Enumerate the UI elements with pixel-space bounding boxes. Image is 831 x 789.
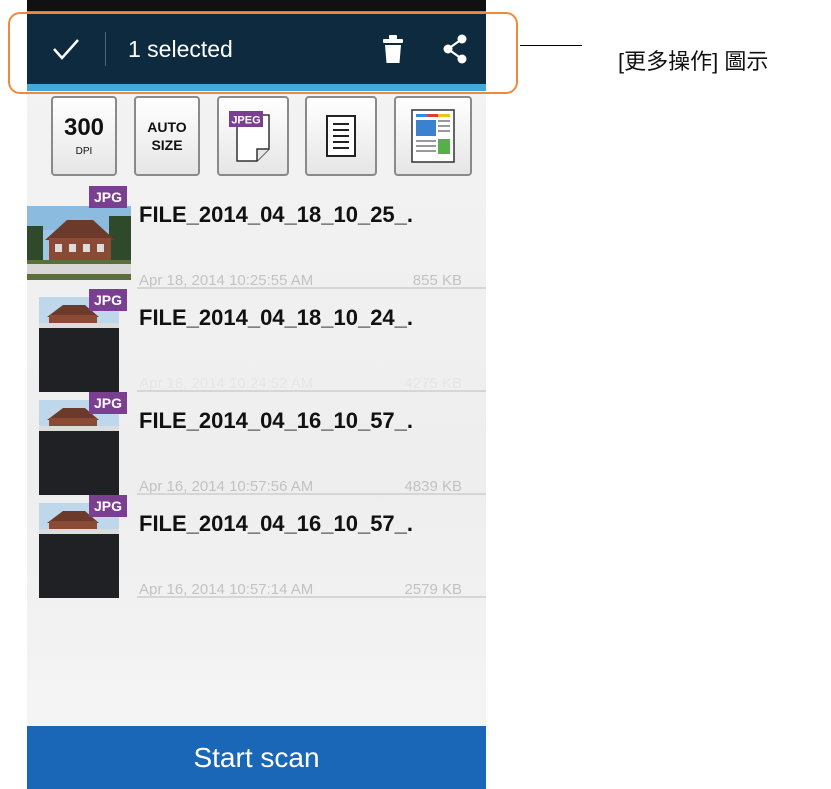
auto-size-line1: AUTO: [147, 119, 187, 135]
row-divider: [137, 596, 486, 598]
file-list: JPG FILE_2014_04_18_10_25_. Apr 18, 2014…: [27, 186, 486, 598]
auto-size-button[interactable]: AUTO SIZE: [134, 96, 200, 176]
file-type-badge: JPG: [89, 495, 127, 517]
paper-type-button[interactable]: [305, 96, 377, 176]
file-name: FILE_2014_04_16_10_57_.: [139, 408, 414, 433]
file-thumbnail: [27, 206, 131, 280]
list-item[interactable]: JPG FILE_2014_04_18_10_25_. Apr 18, 2014…: [27, 186, 486, 289]
list-item[interactable]: JPG FILE_2014_04_18_10_24_. Apr 18, 2014…: [27, 289, 486, 392]
callout-highlight: [8, 12, 518, 94]
jpeg-format-label: JPEG: [231, 115, 260, 127]
start-scan-button[interactable]: Start scan: [27, 726, 486, 789]
file-thumbnail: [39, 400, 119, 495]
file-format-button[interactable]: JPEG: [217, 96, 289, 176]
list-item[interactable]: JPG FILE_2014_04_16_10_57_. Apr 16, 2014…: [27, 495, 486, 598]
color-mode-button[interactable]: [394, 96, 472, 176]
file-name: FILE_2014_04_18_10_24_.: [139, 305, 414, 330]
file-type-badge: JPG: [89, 289, 127, 311]
file-type-badge: JPG: [89, 186, 127, 208]
file-name: FILE_2014_04_16_10_57_.: [139, 511, 414, 536]
file-thumbnail: [39, 503, 119, 598]
dpi-unit: DPI: [75, 145, 93, 157]
auto-size-line2: SIZE: [151, 137, 183, 153]
document-lines-icon: [326, 115, 356, 157]
callout-leader-line: [520, 45, 582, 46]
list-item[interactable]: JPG FILE_2014_04_16_10_57_. Apr 16, 2014…: [27, 392, 486, 495]
dpi-button[interactable]: 300 DPI: [51, 96, 117, 176]
callout-label: [更多操作] 圖示: [618, 49, 769, 74]
dpi-value: 300: [63, 113, 105, 141]
phone-screen: 1 selected 300 DPI AUTO SIZE JPEG JPG FI…: [27, 0, 486, 789]
color-document-icon: [411, 109, 455, 163]
file-thumbnail: [39, 297, 119, 392]
file-type-badge: JPG: [89, 392, 127, 414]
file-name: FILE_2014_04_18_10_25_.: [139, 202, 414, 227]
